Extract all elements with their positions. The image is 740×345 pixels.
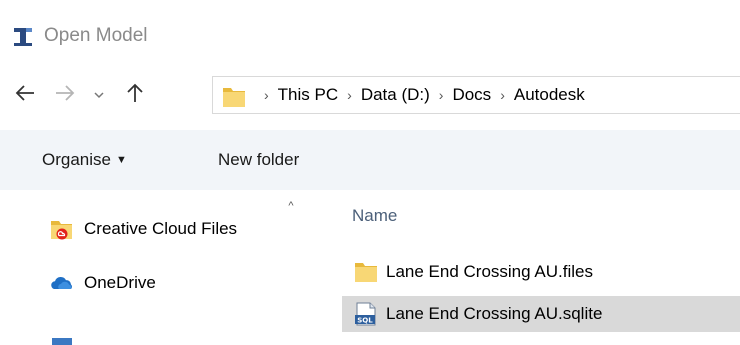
this-pc-icon <box>52 338 72 345</box>
breadcrumb-separator: › <box>438 87 444 103</box>
back-button[interactable] <box>8 78 42 112</box>
breadcrumb-docs[interactable]: Docs <box>452 85 491 105</box>
title-bar: Open Model <box>0 0 740 64</box>
breadcrumb-separator: › <box>500 87 505 103</box>
arrow-up-icon <box>126 82 144 109</box>
file-name: Lane End Crossing AU.sqlite <box>386 304 603 323</box>
nav-item-onedrive[interactable]: OneDrive <box>50 268 156 298</box>
forward-button[interactable] <box>48 78 82 112</box>
autodesk-infraworks-icon <box>12 26 34 48</box>
navigation-row: › This PC › Data (D:) › Docs › Autodesk <box>0 66 740 126</box>
nav-item-creative-cloud-files[interactable]: Creative Cloud Files <box>50 214 280 244</box>
window-title: Open Model <box>44 25 148 46</box>
toolbar: Organise ▼ New folder <box>0 130 740 190</box>
sql-file-icon: SQL <box>354 302 378 326</box>
file-name: Lane End Crossing AU.files <box>386 262 593 281</box>
organise-label: Organise <box>42 150 111 169</box>
nav-item-label: OneDrive <box>84 273 156 292</box>
new-folder-button[interactable]: New folder <box>218 148 299 172</box>
arrow-left-icon <box>14 84 36 107</box>
onedrive-cloud-icon <box>50 271 74 295</box>
svg-text:SQL: SQL <box>357 317 373 325</box>
breadcrumb-separator: › <box>347 87 352 103</box>
recent-locations-button[interactable] <box>84 78 114 112</box>
column-header-name[interactable]: Name <box>352 206 397 226</box>
breadcrumb-autodesk[interactable]: Autodesk <box>514 85 585 105</box>
caret-down-icon: ▼ <box>115 154 127 166</box>
chevron-down-icon <box>93 86 105 104</box>
scroll-up-arrow[interactable]: ^ <box>284 200 298 214</box>
arrow-right-icon <box>54 84 76 107</box>
navigation-pane[interactable]: ^ Creative Cloud Files OneDrive <box>0 190 302 345</box>
organise-button[interactable]: Organise ▼ <box>42 148 127 172</box>
nav-item-label: Creative Cloud Files <box>84 219 238 238</box>
folder-icon <box>354 260 378 284</box>
up-button[interactable] <box>118 78 152 112</box>
creative-cloud-folder-icon <box>50 217 74 241</box>
list-item[interactable]: Lane End Crossing AU.files <box>342 254 740 290</box>
breadcrumb: › This PC › Data (D:) › Docs › Autodesk <box>255 77 585 113</box>
file-list-pane[interactable]: Name Lane End Crossing AU.files SQL Lane… <box>302 190 740 345</box>
address-bar[interactable]: › This PC › Data (D:) › Docs › Autodesk <box>212 76 740 114</box>
breadcrumb-separator: › <box>264 87 269 103</box>
list-item[interactable]: SQL Lane End Crossing AU.sqlite <box>342 296 740 332</box>
open-model-dialog: Open Model › This PC › Data (D:) › Docs … <box>0 0 740 345</box>
breadcrumb-data-drive[interactable]: Data (D:) <box>361 85 430 105</box>
breadcrumb-this-pc[interactable]: This PC <box>278 85 338 105</box>
folder-icon <box>221 83 247 109</box>
